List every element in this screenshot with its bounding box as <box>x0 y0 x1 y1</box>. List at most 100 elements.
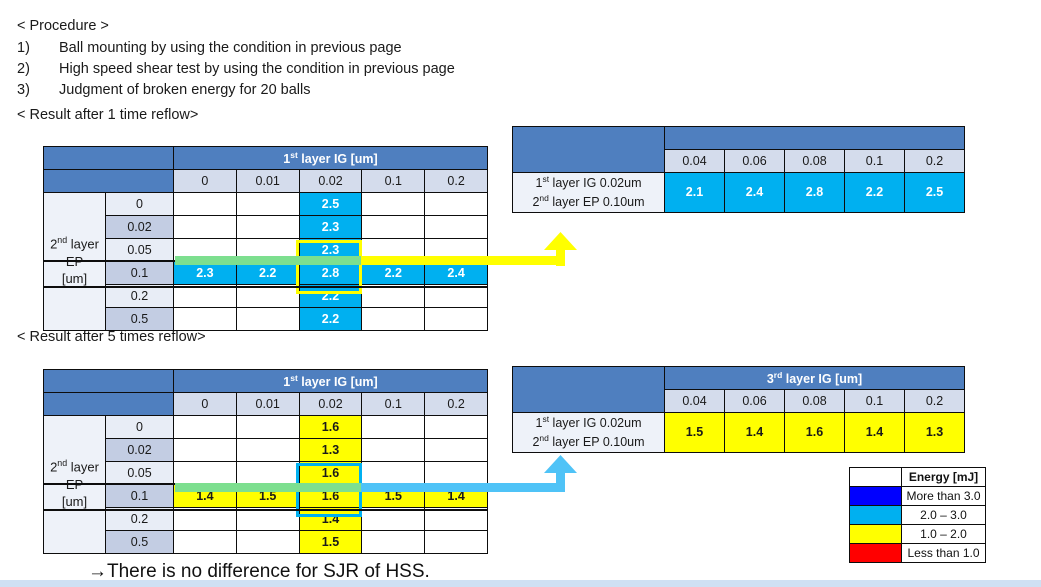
matrix-cell-r4-c2: 1.4 <box>298 507 363 531</box>
legend-title-row: Energy [mJ] <box>849 467 986 487</box>
summary-value-1: 1.4 <box>724 412 785 453</box>
summary-value-4: 2.5 <box>903 172 966 213</box>
matrix-cell-r1-c2: 1.3 <box>298 438 363 462</box>
legend-row: More than 3.0 <box>849 486 986 506</box>
matrix-reflow1-body: 1st layer IG [um] 0 0.01 0.02 0.1 0.2 2nd laye… <box>43 146 488 331</box>
matrix-row-header-0: 0 <box>105 415 174 439</box>
matrix-col-header-1: 0.01 <box>235 169 300 193</box>
legend-label-3: Less than 1.0 <box>901 543 986 563</box>
matrix-cell-r5-c3 <box>361 530 426 554</box>
matrix-cell-r2-c4 <box>424 461 488 485</box>
matrix-cell-r2-c2: 1.6 <box>298 461 363 485</box>
matrix-reflow1: 1st layer IG [um] 0 0.01 0.02 0.1 0.2 2nd laye… <box>43 146 488 331</box>
summary-value-4: 1.3 <box>903 412 966 453</box>
matrix-cell-r0-c1 <box>235 192 300 216</box>
matrix-cell-r5-c0 <box>173 530 237 554</box>
matrix-cell-r2-c2: 2.3 <box>298 238 363 262</box>
summary-table-reflow5: 3rd layer IG [um] 0.04 0.06 0.08 0.1 0.2 1st l… <box>512 366 966 453</box>
summary-col-header-0: 0.04 <box>664 149 725 173</box>
matrix-header-group-row: 1st layer IG [um] <box>43 146 488 170</box>
matrix-cell-r1-c0 <box>173 438 237 462</box>
matrix-cell-r1-c2: 2.3 <box>298 215 363 239</box>
matrix-header-value-row: 0 0.01 0.02 0.1 0.2 <box>43 392 488 416</box>
summary-row-label: 1st layer IG 0.02um 2nd layer EP 0.10um <box>512 172 665 213</box>
matrix-cell-r0-c2: 2.5 <box>298 192 363 216</box>
summary-col-header-0: 0.04 <box>664 389 725 413</box>
matrix-cell-r3-c3: 1.5 <box>361 484 426 508</box>
matrix-cell-r0-c2: 1.6 <box>298 415 363 439</box>
matrix-cell-r5-c2: 1.5 <box>298 530 363 554</box>
procedure-step-1-number: 1) <box>17 40 30 56</box>
matrix-cell-r1-c1 <box>235 438 300 462</box>
summary-col-header-2: 0.08 <box>784 149 845 173</box>
summary-col-header-4: 0.2 <box>903 149 966 173</box>
matrix-cell-r0-c0 <box>173 192 237 216</box>
summary-corner-cell <box>512 126 665 173</box>
matrix-cell-r5-c0 <box>173 307 237 331</box>
matrix-cell-r4-c3 <box>361 507 426 531</box>
summary-row-label: 1st layer IG 0.02um 2nd layer EP 0.10um <box>512 412 665 453</box>
matrix-column-group-label: 1st layer IG [um] <box>173 146 488 170</box>
matrix-col-header-2: 0.02 <box>298 169 363 193</box>
legend-swatch-0 <box>849 486 902 506</box>
matrix-cell-r4-c1 <box>235 284 300 308</box>
summary-col-header-1: 0.06 <box>724 149 785 173</box>
matrix-cell-r4-c1 <box>235 507 300 531</box>
legend-title: Energy [mJ] <box>901 467 986 487</box>
matrix-row-header-4: 0.2 <box>105 507 174 531</box>
summary-value-1: 2.4 <box>724 172 785 213</box>
matrix-cell-r1-c4 <box>424 215 488 239</box>
matrix-header-value-row: 0 0.01 0.02 0.1 0.2 <box>43 169 488 193</box>
matrix-row: 0.2 2.2 <box>44 284 488 308</box>
summary-value-3: 2.2 <box>844 172 905 213</box>
legend-title-swatch-blank <box>849 467 902 487</box>
matrix-cell-r5-c4 <box>424 530 488 554</box>
matrix-row-header-1: 0.02 <box>105 215 174 239</box>
matrix-cell-r0-c3 <box>361 415 426 439</box>
matrix-cell-r4-c4 <box>424 284 488 308</box>
legend-label-1: 2.0 – 3.0 <box>901 505 986 525</box>
matrix-corner-cell <box>43 369 174 393</box>
summary-header-group-row <box>512 126 966 173</box>
procedure-step-3-number: 3) <box>17 82 30 98</box>
legend-row: 2.0 – 3.0 <box>849 505 986 525</box>
matrix-row: 0.2 1.4 <box>44 507 488 531</box>
procedure-step-1-text: Ball mounting by using the condition in … <box>59 40 402 56</box>
summary-column-group-label: 3rd layer IG [um] <box>663 366 966 390</box>
legend-label-0: More than 3.0 <box>901 486 986 506</box>
matrix-cell-r2-c0 <box>173 461 237 485</box>
summary-value-0: 2.1 <box>664 172 725 213</box>
energy-legend-body: Energy [mJ] More than 3.0 2.0 – 3.0 1.0 – 2… <box>849 467 986 563</box>
matrix-corner-cell-2 <box>43 392 174 416</box>
slide-canvas: < Procedure > 1) Ball mounting by using t… <box>0 0 1041 587</box>
procedure-step-3-text: Judgment of broken energy for 20 balls <box>59 82 311 98</box>
matrix-cell-r5-c1 <box>235 530 300 554</box>
result-reflow1-heading: < Result after 1 time reflow> <box>17 107 199 123</box>
matrix-cell-r1-c4 <box>424 438 488 462</box>
slide-bottom-band <box>0 580 1041 587</box>
matrix-row: 2nd layer EP [um] 0 2.5 <box>43 192 488 331</box>
summary-value-2: 2.8 <box>784 172 845 213</box>
matrix-cell-r5-c2: 2.2 <box>298 307 363 331</box>
matrix-row: 0.02 1.3 <box>44 438 488 462</box>
result-reflow5-heading: < Result after 5 times reflow> <box>17 329 206 345</box>
matrix-cell-r2-c0 <box>173 238 237 262</box>
procedure-heading: < Procedure > <box>17 18 109 34</box>
matrix-cell-r3-c0: 1.4 <box>173 484 237 508</box>
matrix-row-axis-label: 2nd layer EP [um] <box>43 192 106 331</box>
matrix-col-header-4: 0.2 <box>424 169 488 193</box>
matrix-cell-r4-c0 <box>173 507 237 531</box>
procedure-step-1: 1) Ball mounting by using the condition i… <box>17 40 402 56</box>
legend-swatch-3 <box>849 543 902 563</box>
matrix-row: 0.5 2.2 <box>44 307 488 331</box>
matrix-cell-r3-c4: 1.4 <box>424 484 488 508</box>
matrix-cell-r1-c1 <box>235 215 300 239</box>
legend-swatch-1 <box>849 505 902 525</box>
matrix-cell-r2-c3 <box>361 238 426 262</box>
matrix-cell-r0-c3 <box>361 192 426 216</box>
summary-header-group-row: 3rd layer IG [um] <box>512 366 966 413</box>
matrix-row: 0.1 2.3 2.2 2.8 2.2 2.4 <box>44 261 488 285</box>
matrix-row: 2nd layer EP [um] 0 1.6 <box>43 415 488 554</box>
matrix-row-header-2: 0.05 <box>105 461 174 485</box>
matrix-row: 0.02 2.3 <box>44 215 488 239</box>
